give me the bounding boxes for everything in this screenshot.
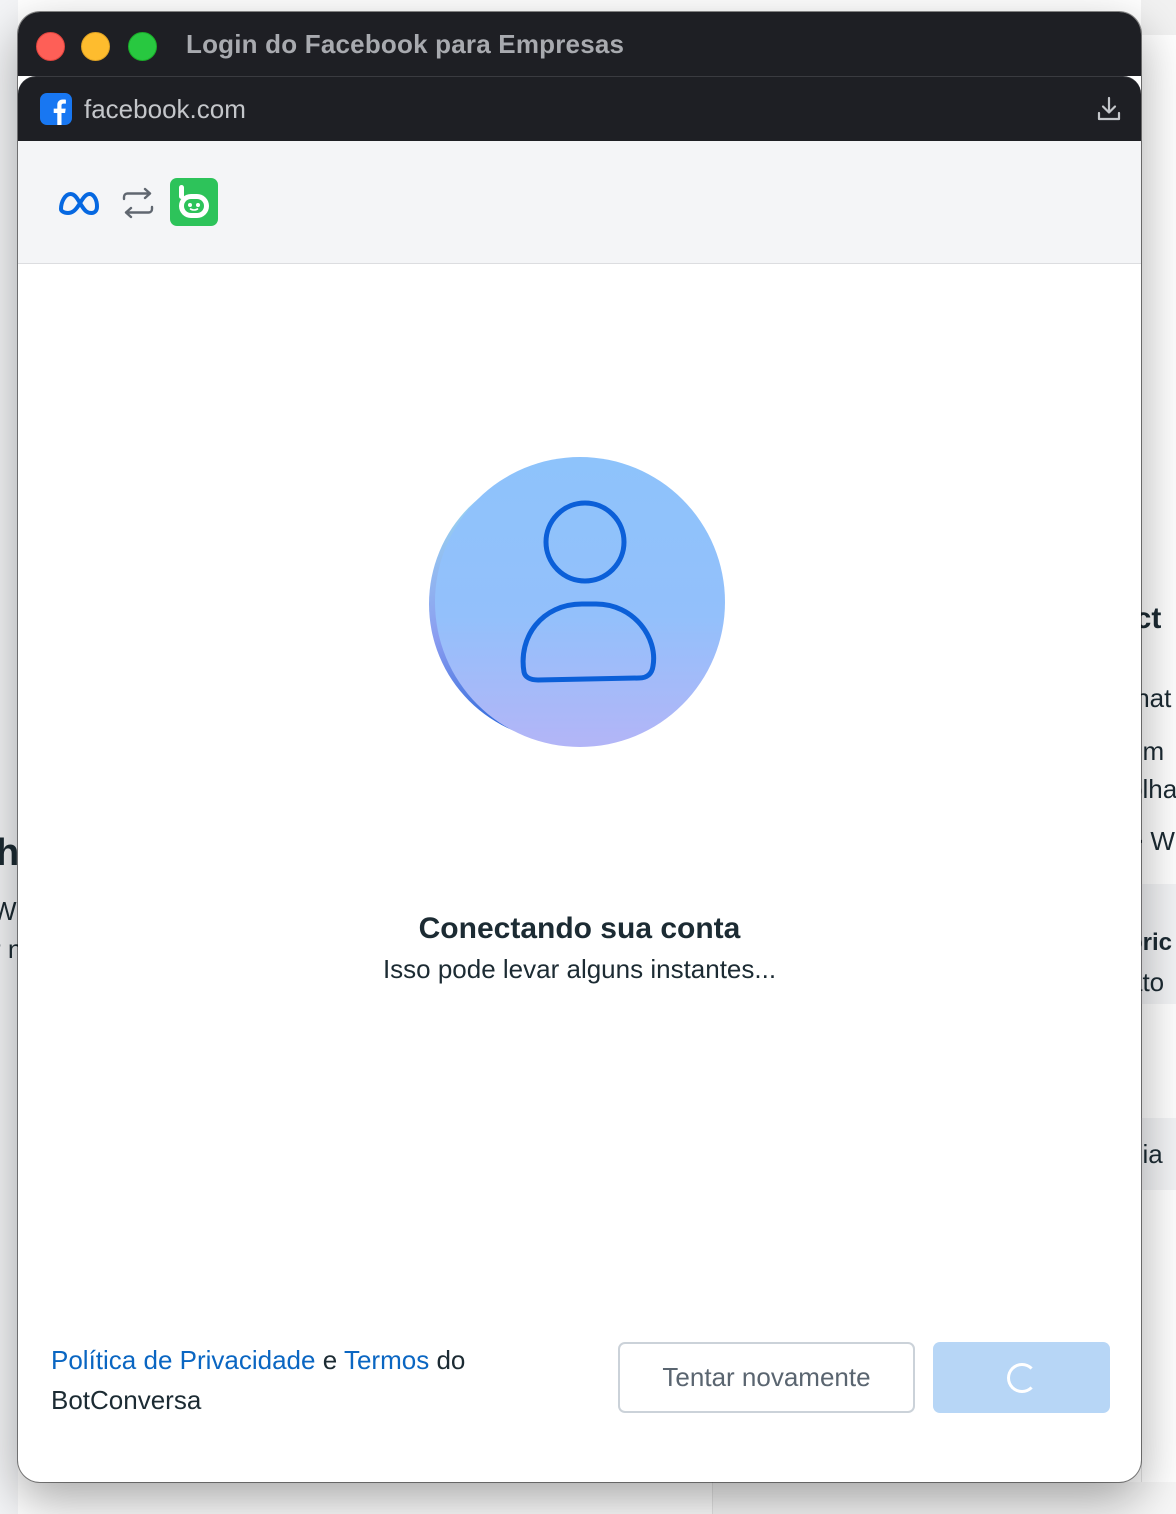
background-text: W [0,896,17,926]
window-maximize-button[interactable] [128,32,157,61]
continue-button-loading[interactable] [933,1342,1110,1413]
user-avatar-icon [429,457,725,747]
popup-window: Login do Facebook para Empresas facebook… [18,12,1141,1482]
terms-link[interactable]: Termos [344,1345,429,1375]
download-icon[interactable] [1095,95,1123,123]
window-titlebar[interactable]: Login do Facebook para Empresas [18,12,1141,76]
app-connection-header [18,141,1141,264]
footer-app-name: BotConversa [51,1385,202,1415]
window-close-button[interactable] [36,32,65,61]
retry-button[interactable]: Tentar novamente [618,1342,915,1413]
window-title: Login do Facebook para Empresas [186,29,625,59]
legal-footer: Política de Privacidade e Termos do BotC… [51,1340,571,1420]
url-text: facebook.com [84,94,246,124]
status-title: Conectando sua conta [418,912,741,945]
swap-arrows-icon [122,187,154,219]
background-topbar [1141,0,1176,37]
footer-connector: e [322,1345,338,1375]
spinner-icon [1006,1362,1037,1393]
facebook-icon [40,93,72,125]
background-left-strip [0,0,18,1514]
privacy-policy-link[interactable]: Política de Privacidade [51,1345,315,1375]
status-subtitle: Isso pode levar alguns instantes... [382,954,777,984]
meta-logo-icon [59,192,99,215]
botconversa-logo-icon [170,178,218,226]
window-minimize-button[interactable] [81,32,110,61]
background-text: h [0,832,20,874]
url-bar: facebook.com [18,76,1141,141]
background-bottom-panel [712,1482,1176,1514]
footer-connector: do [436,1345,466,1375]
